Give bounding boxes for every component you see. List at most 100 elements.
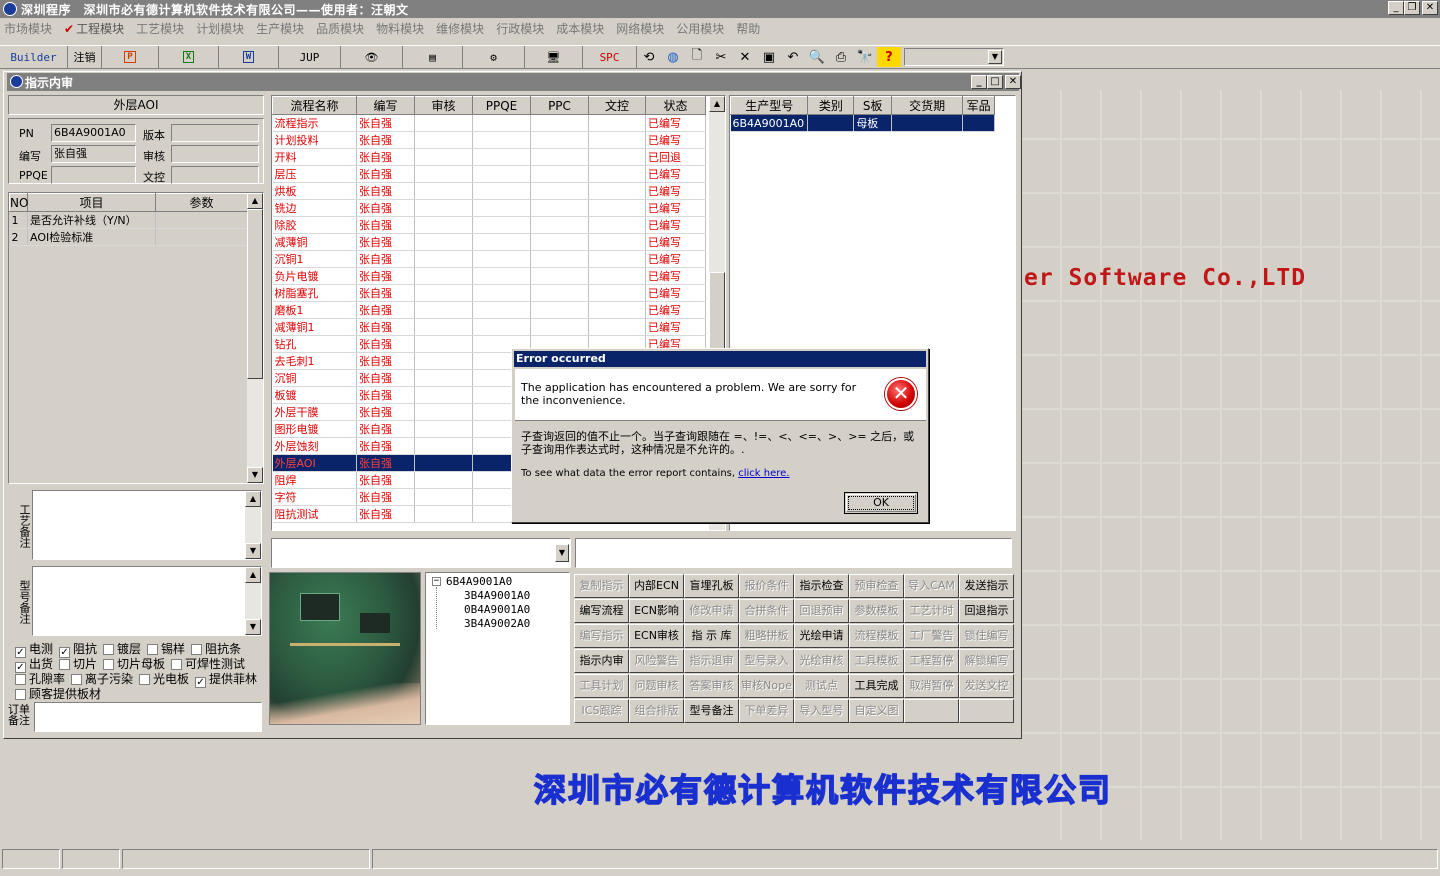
table-row[interactable]: 6B4A9001A0 母板 <box>730 114 995 132</box>
scroll-thumb[interactable] <box>247 209 263 379</box>
checkbox[interactable]: ✓ 阻抗 <box>59 642 97 658</box>
checkbox-box[interactable] <box>147 644 159 655</box>
params-header-no[interactable]: NO <box>9 193 28 212</box>
function-button[interactable]: 工具完成 <box>849 674 904 698</box>
checkbox-box[interactable] <box>139 674 151 685</box>
column-header[interactable]: 交货期 <box>891 96 964 115</box>
menu-item[interactable]: 生产模块 <box>256 20 304 37</box>
function-button[interactable]: 参数模板 <box>849 599 904 623</box>
window-close-button[interactable]: ✕ <box>1005 75 1021 89</box>
checkbox[interactable]: 切片母板 <box>103 657 165 671</box>
function-button[interactable]: 工厂警告 <box>904 624 959 648</box>
order-note-field[interactable] <box>34 702 262 732</box>
function-button[interactable]: 内部ECN <box>629 574 684 598</box>
checkbox-box[interactable] <box>103 644 115 655</box>
table-row[interactable]: 1 是否允许补线（Y/N） <box>9 211 248 229</box>
window-restore-button[interactable]: □ <box>987 75 1003 89</box>
function-button[interactable]: ECN审核 <box>629 624 684 648</box>
tree-root[interactable]: 6B4A9001A0 <box>446 575 512 588</box>
function-button[interactable]: 指示检查 <box>794 574 849 598</box>
undo-icon[interactable]: ↶ <box>781 47 805 67</box>
function-button[interactable]: 工艺计时 <box>904 599 959 623</box>
column-header[interactable]: 状态 <box>645 96 706 115</box>
checkbox[interactable]: ✓ 提供菲林 <box>195 672 257 688</box>
table-row[interactable]: 烘板 张自强 已编写 <box>272 182 706 200</box>
function-button[interactable]: ECN影响 <box>629 599 684 623</box>
table-row[interactable]: 减薄铜 张自强 已编写 <box>272 233 706 251</box>
column-header[interactable]: 流程名称 <box>272 96 357 115</box>
spc-button[interactable]: SPC <box>583 46 637 68</box>
database-button[interactable]: ▤ <box>403 46 463 68</box>
function-button[interactable]: 光绘申请 <box>794 624 849 648</box>
collapse-icon[interactable]: − <box>432 577 441 586</box>
column-header[interactable]: PPC <box>530 96 589 115</box>
menu-item[interactable]: 成本模块 <box>556 20 604 37</box>
function-button[interactable]: 编写流程 <box>574 599 629 623</box>
table-row[interactable]: 树脂塞孔 张自强 已编写 <box>272 284 706 302</box>
menu-item[interactable]: 品质模块 <box>316 20 364 37</box>
function-button[interactable]: 测试点 <box>794 674 849 698</box>
ppqe-field[interactable] <box>51 166 136 184</box>
function-button[interactable]: 修改申请 <box>684 599 739 623</box>
print-icon[interactable]: ⎙ <box>829 47 853 67</box>
version-field[interactable] <box>171 124 259 142</box>
function-button[interactable]: 指示内审 <box>574 649 629 673</box>
function-button[interactable]: 回退预审 <box>794 599 849 623</box>
function-button[interactable]: 风险警告 <box>629 649 684 673</box>
checkbox[interactable]: 可焊性测试 <box>171 657 245 671</box>
window-minimize-button[interactable]: _ <box>971 75 987 89</box>
menu-item[interactable]: 维修模块 <box>436 20 484 37</box>
checkbox[interactable]: 阻抗条 <box>191 642 241 656</box>
column-header[interactable]: 类别 <box>807 96 855 115</box>
function-button[interactable]: 合拼条件 <box>739 599 794 623</box>
menu-item[interactable]: 公用模块 <box>676 20 724 37</box>
table-row[interactable]: 减薄铜1 张自强 已编写 <box>272 318 706 336</box>
computer-button[interactable]: 🖥 <box>525 46 583 68</box>
function-button[interactable] <box>904 699 959 723</box>
process-note-field[interactable]: ▲ ▼ <box>32 490 262 560</box>
function-button[interactable]: 流程模板 <box>849 624 904 648</box>
close-button[interactable]: ✕ <box>1422 1 1438 15</box>
checkbox-box[interactable]: ✓ <box>195 677 207 688</box>
function-button[interactable]: 编写指示 <box>574 624 629 648</box>
menu-item[interactable]: 网络模块 <box>616 20 664 37</box>
menu-item[interactable]: ✔ 工程模块 <box>64 20 124 37</box>
checkbox-box[interactable] <box>71 674 83 685</box>
table-row[interactable]: 层压 张自强 已编写 <box>272 165 706 183</box>
powerpoint-button[interactable]: P <box>102 46 159 68</box>
checkbox-box[interactable] <box>191 644 203 655</box>
param-value[interactable] <box>155 211 248 229</box>
params-header-item[interactable]: 项目 <box>27 193 156 212</box>
table-row[interactable]: 流程指示 张自强 已编写 <box>272 114 706 132</box>
model-note-field[interactable]: ▲ ▼ <box>32 566 262 636</box>
checkbox[interactable]: 光电板 <box>139 672 189 686</box>
checkbox-box[interactable] <box>171 659 183 670</box>
checkbox[interactable]: 切片 <box>59 657 97 671</box>
globe-icon[interactable]: ◍ <box>661 47 685 67</box>
excel-button[interactable]: X <box>159 46 219 68</box>
function-button[interactable]: 自定义图 <box>849 699 904 723</box>
param-value[interactable] <box>155 228 248 246</box>
function-button[interactable]: 解锁编写 <box>959 649 1014 673</box>
function-button[interactable] <box>959 699 1014 723</box>
doc-control-field[interactable] <box>171 166 259 184</box>
params-header-param[interactable]: 参数 <box>155 193 248 212</box>
function-button[interactable]: 问题审核 <box>629 674 684 698</box>
checkbox[interactable]: 锡样 <box>147 642 185 656</box>
checkbox[interactable]: 离子污染 <box>71 672 133 686</box>
function-button[interactable]: 锁住编写 <box>959 624 1014 648</box>
function-button[interactable]: 指 示 库 <box>684 624 739 648</box>
scroll-up-arrow[interactable]: ▲ <box>245 491 261 507</box>
column-header[interactable]: S板 <box>853 96 893 115</box>
function-button[interactable]: 组合排版 <box>629 699 684 723</box>
word-button[interactable]: W <box>219 46 279 68</box>
scroll-up-arrow[interactable]: ▲ <box>247 193 263 209</box>
params-scrollbar[interactable]: ▲ ▼ <box>247 193 263 483</box>
toolbar-dropdown[interactable]: ▼ <box>904 48 1004 66</box>
function-button[interactable]: 下单差异 <box>739 699 794 723</box>
refresh-icon[interactable]: ⟲ <box>637 47 661 67</box>
cut-icon[interactable]: ✂ <box>709 47 733 67</box>
function-button[interactable]: 光绘审核 <box>794 649 849 673</box>
function-button[interactable]: 工具模板 <box>849 649 904 673</box>
builder-button[interactable]: Builder <box>0 46 68 68</box>
